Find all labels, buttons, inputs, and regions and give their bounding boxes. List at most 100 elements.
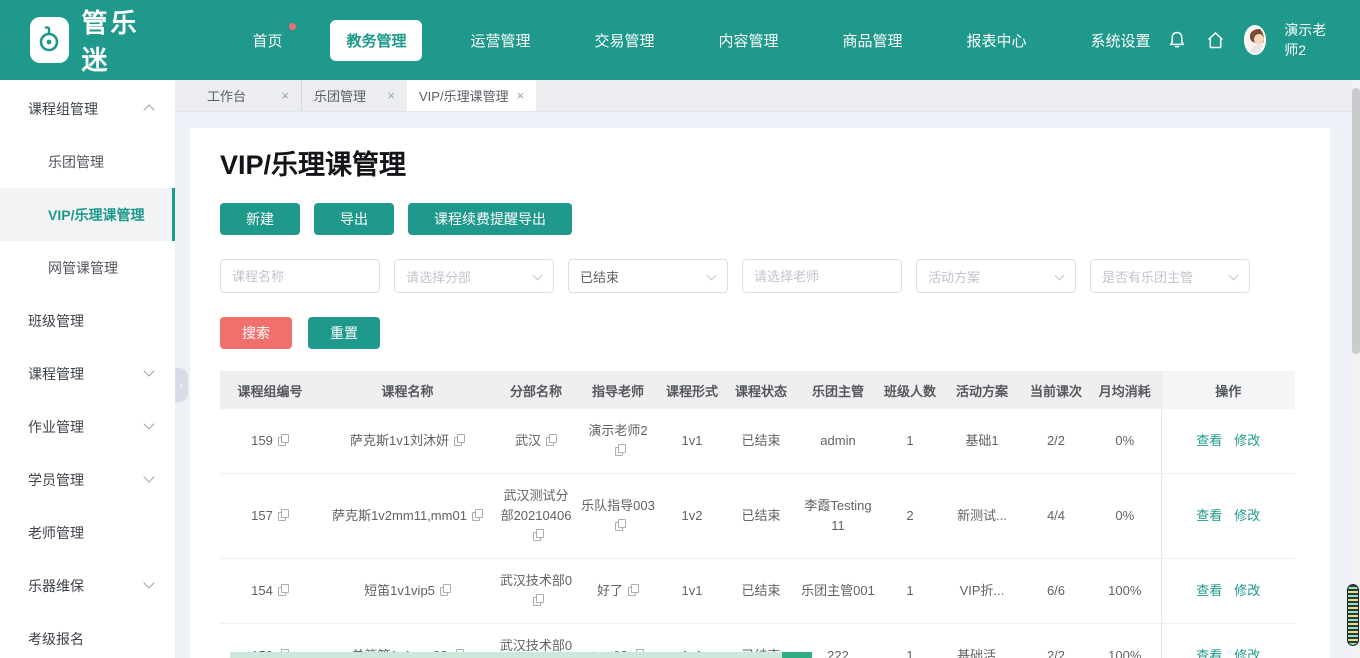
col-actions: 操作 [1160,371,1295,409]
table-row: 159 萨克斯1v1刘沐妍 武汉 演示老师2 1v1 已结束 admin 1 基… [220,409,1295,474]
copy-icon[interactable] [533,529,544,541]
close-icon[interactable]: × [517,88,525,103]
edit-link[interactable]: 修改 [1234,508,1260,523]
menu-item-operations[interactable]: 运营管理 [454,20,546,61]
sidebar-item-online-course[interactable]: 网管课管理 [0,241,175,294]
teacher-filter[interactable] [742,259,902,293]
tab-orchestra-management[interactable]: 乐团管理 × [301,80,407,111]
logo-icon [30,17,69,63]
action-buttons: 新建 导出 课程续费提醒导出 [220,203,1330,235]
app-window: 管乐迷 首页 教务管理 运营管理 交易管理 内容管理 商品管理 报表中心 系统设… [0,0,1360,658]
horizontal-scrollbar-track[interactable] [230,652,782,658]
table-row: 157 萨克斯1v2mm11,mm01 武汉测试分部20210406 乐队指导0… [220,473,1295,559]
chevron-down-icon [1054,270,1065,281]
menu-item-academic[interactable]: 教务管理 [330,19,423,61]
tab-vip-course-management[interactable]: VIP/乐理课管理 × [407,80,537,111]
sidebar: 课程组管理 乐团管理 VIP/乐理课管理 网管课管理 班级管理 课程管理 作业管… [0,80,175,658]
menu-item-goods[interactable]: 商品管理 [827,20,919,61]
user-name[interactable]: 演示老师2 [1284,20,1330,60]
view-link[interactable]: 查看 [1196,433,1222,448]
export-button[interactable]: 导出 [314,203,394,235]
create-button[interactable]: 新建 [220,203,300,235]
table-header: 课程组编号 课程名称 分部名称 指导老师 课程形式 课程状态 乐团主管 班级人数… [220,371,1295,409]
view-link[interactable]: 查看 [1196,583,1222,598]
copy-icon[interactable] [471,509,483,521]
sidebar-item-instrument-maintenance[interactable]: 乐器维保 [0,559,175,612]
chevron-down-icon [143,471,155,483]
notification-dot [289,22,297,30]
status-text: 已结束 [725,558,797,624]
menu-item-reports[interactable]: 报表中心 [951,20,1043,61]
search-reset-row: 搜索 重置 [220,317,1330,349]
col-form: 课程形式 [659,371,725,409]
copy-icon[interactable] [546,434,557,446]
copy-icon[interactable] [277,434,289,446]
view-link[interactable]: 查看 [1196,648,1222,658]
course-name-input[interactable] [232,268,350,284]
sidebar-item-course-group[interactable]: 课程组管理 [0,82,175,135]
brand-name: 管乐迷 [81,8,140,75]
search-button[interactable]: 搜索 [220,317,292,349]
menu-item-transactions[interactable]: 交易管理 [578,20,670,61]
top-navbar: 管乐迷 首页 教务管理 运营管理 交易管理 内容管理 商品管理 报表中心 系统设… [0,0,1360,80]
col-course-name: 课程名称 [320,371,495,409]
sidebar-item-course[interactable]: 课程管理 [0,347,175,400]
chevron-down-icon [532,270,543,281]
sidebar-item-exam-registration[interactable]: 考级报名 [0,612,175,658]
close-icon[interactable]: × [281,88,289,103]
course-status-select[interactable]: 已结束 [568,259,728,293]
view-link[interactable]: 查看 [1196,508,1222,523]
has-leader-select[interactable]: 是否有乐团主管 [1090,259,1250,293]
bell-icon[interactable] [1167,29,1187,51]
copy-icon[interactable] [615,519,626,531]
home-icon[interactable] [1205,29,1226,51]
sidebar-item-class[interactable]: 班级管理 [0,294,175,347]
sidebar-collapse-handle[interactable]: ‹ [175,368,188,402]
course-name-filter[interactable] [220,259,380,293]
sidebar-item-teachers[interactable]: 老师管理 [0,506,175,559]
edit-link[interactable]: 修改 [1234,583,1260,598]
col-plan: 活动方案 [941,371,1023,409]
copy-icon[interactable] [533,594,544,606]
user-avatar[interactable] [1243,25,1267,55]
close-icon[interactable]: × [387,88,395,103]
chevron-down-icon [143,577,155,589]
copy-icon[interactable] [615,444,626,456]
edit-link[interactable]: 修改 [1234,433,1260,448]
table-row: 154 短笛1v1vip5 武汉技术部0 好了 1v1 已结束 乐团主管001 … [220,558,1295,624]
sidebar-item-orchestra[interactable]: 乐团管理 [0,135,175,188]
sidebar-item-homework[interactable]: 作业管理 [0,400,175,453]
reset-button[interactable]: 重置 [308,317,380,349]
copy-icon[interactable] [453,434,465,446]
main-menu: 首页 教务管理 运营管理 交易管理 内容管理 商品管理 报表中心 系统设置 [236,19,1167,61]
menu-item-content[interactable]: 内容管理 [703,20,795,61]
status-text: 已结束 [725,409,797,474]
sidebar-item-vip-course[interactable]: VIP/乐理课管理 [0,188,175,241]
chevron-down-icon [143,365,155,377]
col-monthly-consume: 月均消耗 [1089,371,1161,409]
menu-item-settings[interactable]: 系统设置 [1075,20,1167,61]
scroll-minimap-widget[interactable] [1347,584,1359,646]
main-content: VIP/乐理课管理 新建 导出 课程续费提醒导出 请选择分部 已结束 活动方案 [190,128,1330,658]
copy-icon[interactable] [277,584,289,596]
renewal-reminder-export-button[interactable]: 课程续费提醒导出 [408,203,572,235]
copy-icon[interactable] [628,584,639,596]
edit-link[interactable]: 修改 [1234,648,1260,658]
menu-item-home[interactable]: 首页 [236,20,298,61]
copy-icon[interactable] [439,584,451,596]
horizontal-scrollbar-thumb[interactable] [782,652,812,658]
copy-icon[interactable] [277,509,289,521]
branch-select[interactable]: 请选择分部 [394,259,554,293]
chevron-up-icon [143,104,155,116]
col-branch: 分部名称 [495,371,577,409]
tab-workbench[interactable]: 工作台 × [195,80,301,111]
activity-plan-select[interactable]: 活动方案 [916,259,1076,293]
col-teacher: 指导老师 [577,371,659,409]
sidebar-item-students[interactable]: 学员管理 [0,453,175,506]
vertical-scrollbar-thumb[interactable] [1352,88,1360,354]
chevron-down-icon [1228,270,1239,281]
brand-logo[interactable]: 管乐迷 [30,3,154,77]
teacher-input[interactable] [754,268,872,284]
chevron-down-icon [706,270,717,281]
courses-table: 课程组编号 课程名称 分部名称 指导老师 课程形式 课程状态 乐团主管 班级人数… [220,371,1295,658]
